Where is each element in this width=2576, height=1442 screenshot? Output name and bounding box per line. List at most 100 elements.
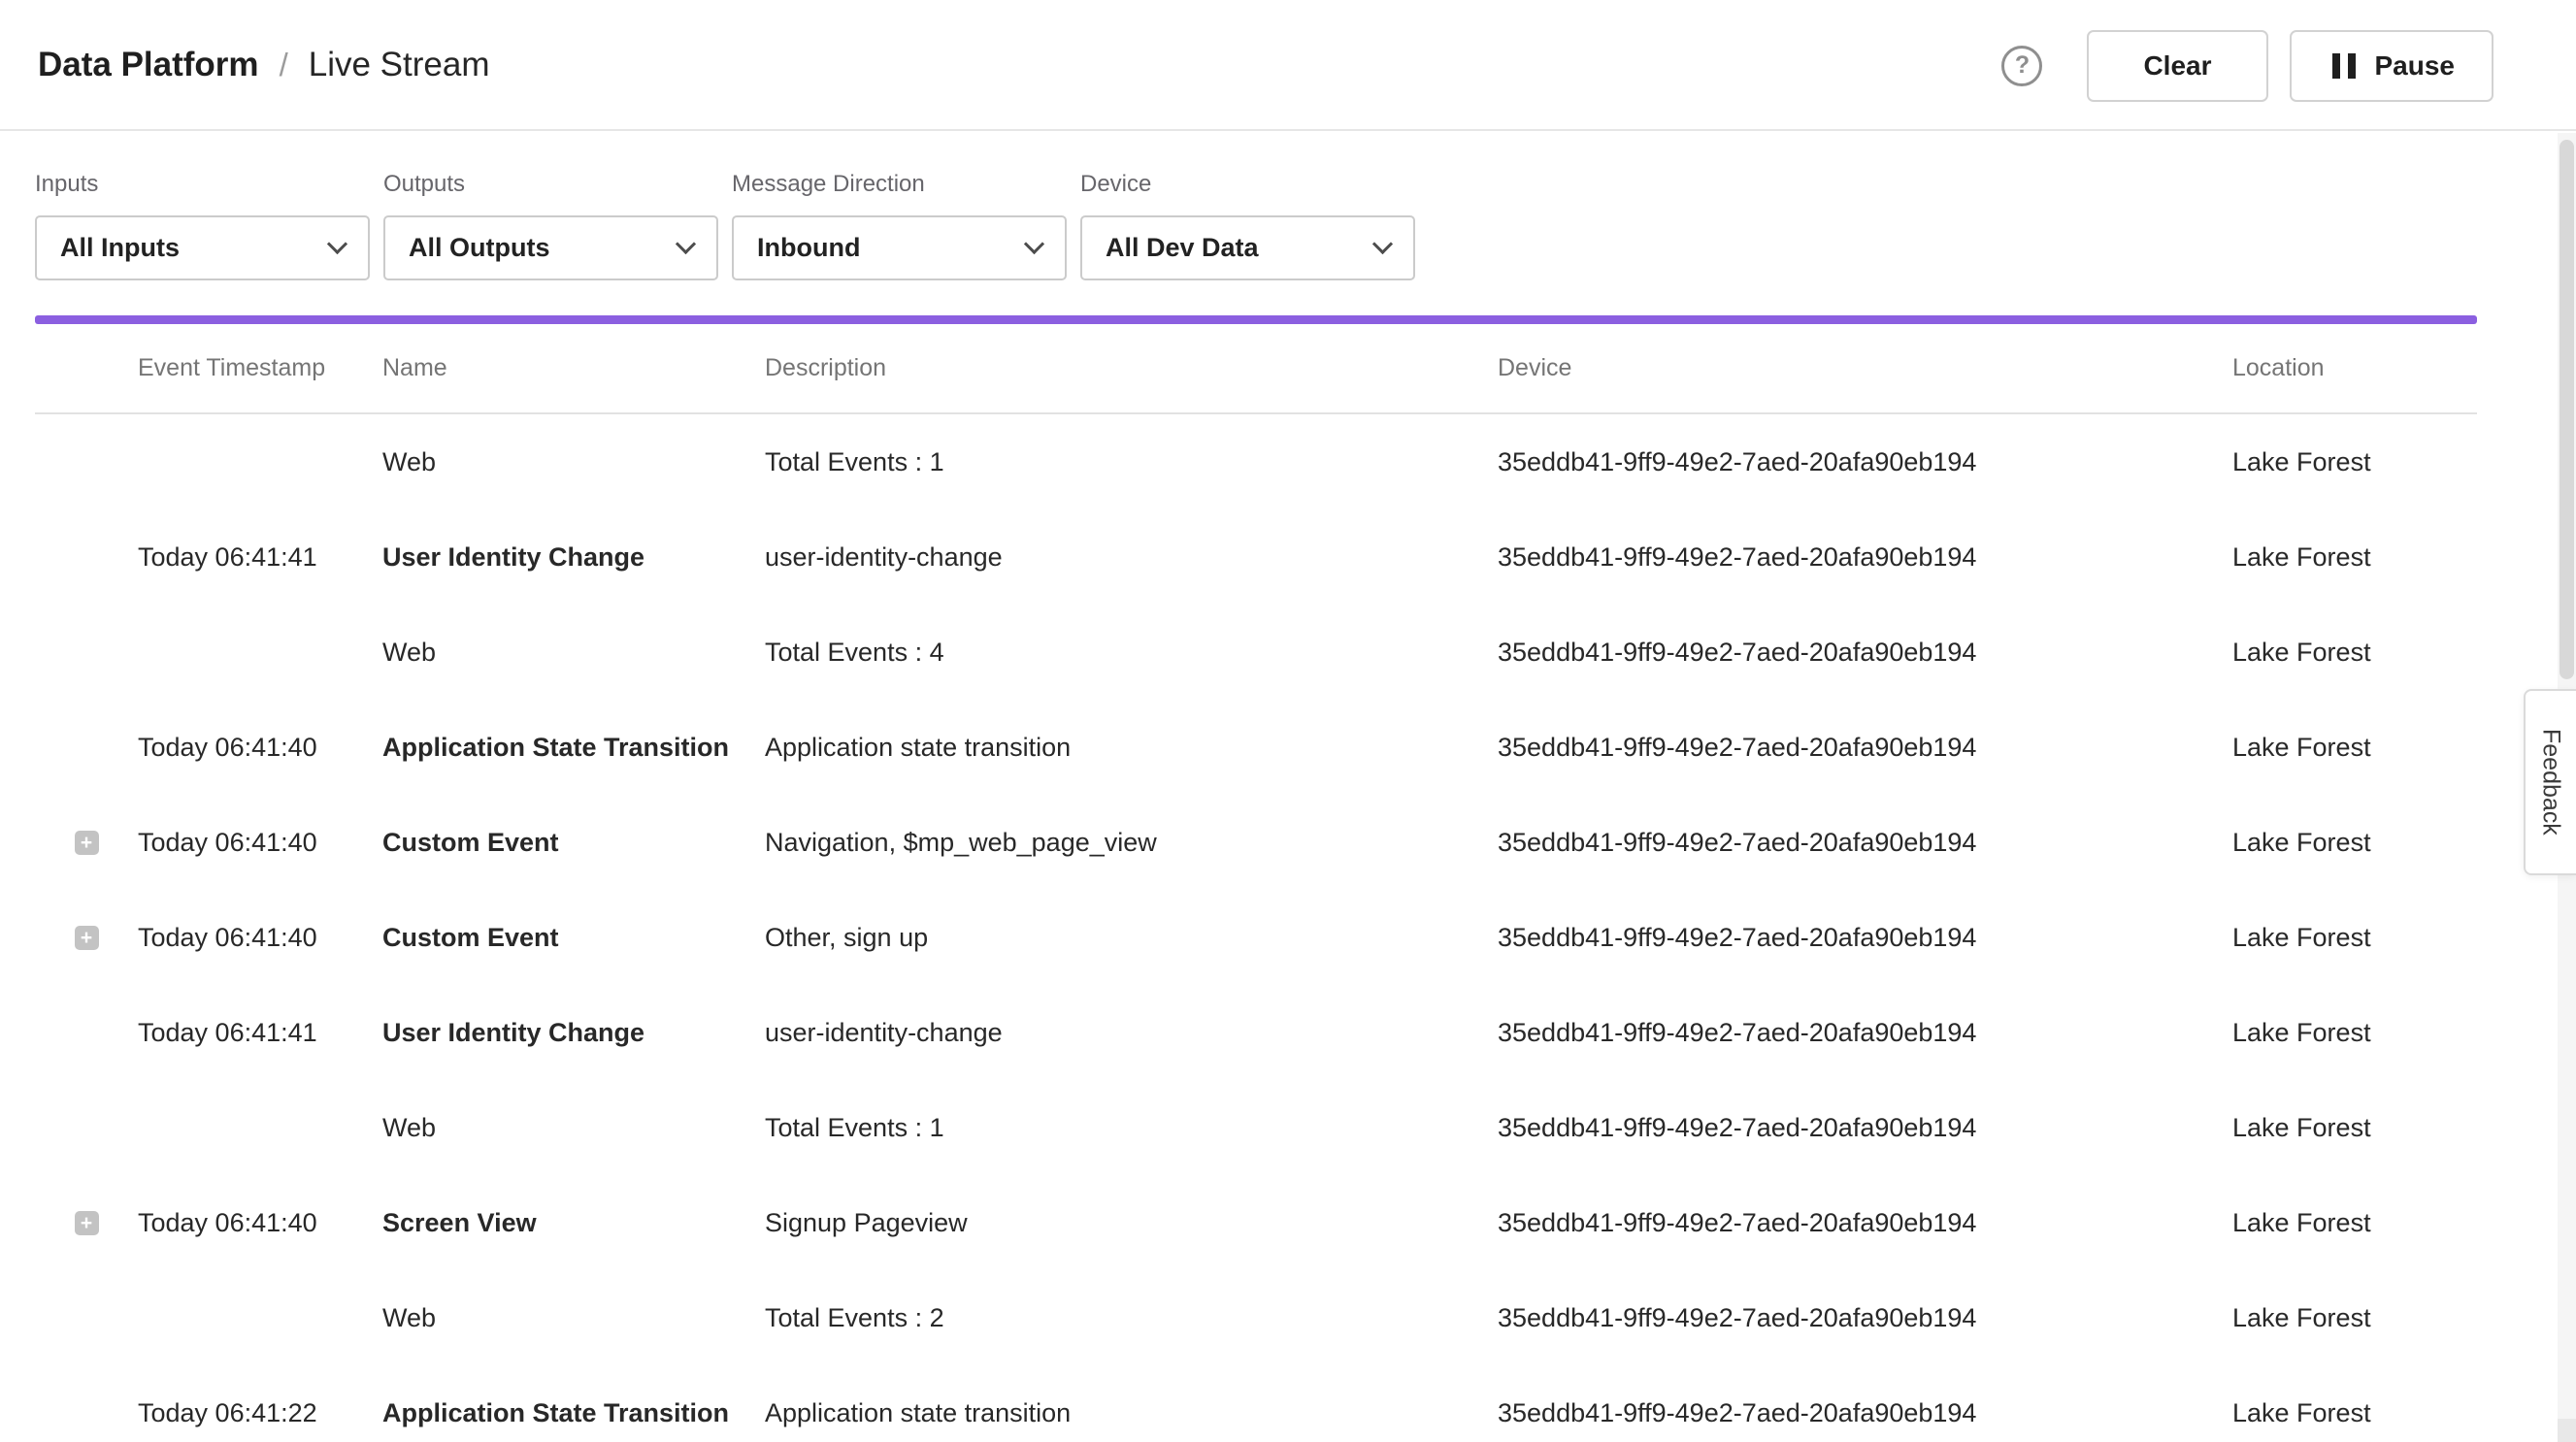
cell-name: Custom Event [382, 828, 765, 858]
table-row: + Today 06:41:40 Screen View Signup Page… [35, 1175, 2477, 1270]
table-row: + Today 06:41:40 Custom Event Navigation… [35, 795, 2477, 890]
cell-description: Total Events : 2 [765, 1303, 1498, 1333]
chevron-down-icon [1024, 234, 1044, 254]
cell-timestamp: Today 06:41:41 [138, 542, 382, 573]
expand-cell: + [35, 545, 138, 570]
cell-location: Lake Forest [2232, 1303, 2477, 1333]
filter-message-direction: Message Direction Inbound [732, 170, 1067, 280]
cell-location: Lake Forest [2232, 542, 2477, 573]
expand-button[interactable]: + [75, 926, 99, 950]
table-row: + Today 06:41:40 Custom Event Other, sig… [35, 890, 2477, 985]
expand-cell: + [35, 1401, 138, 1426]
cell-description: Other, sign up [765, 923, 1498, 953]
column-header-timestamp: Event Timestamp [138, 354, 382, 382]
breadcrumb: Data Platform / Live Stream [38, 46, 489, 84]
column-header-description: Description [765, 354, 1498, 382]
expand-button[interactable]: + [75, 831, 99, 855]
feedback-tab[interactable]: Feedback [2524, 689, 2576, 875]
cell-location: Lake Forest [2232, 1208, 2477, 1238]
clear-button[interactable]: Clear [2087, 30, 2267, 102]
cell-description: Application state transition [765, 1398, 1498, 1428]
cell-location: Lake Forest [2232, 733, 2477, 763]
filters-bar: Inputs All Inputs Outputs All Outputs Me… [0, 131, 2576, 280]
filter-inputs-label: Inputs [35, 170, 370, 198]
pause-icon [2328, 53, 2360, 79]
message-direction-dropdown-value: Inbound [757, 233, 860, 263]
expand-cell: + [35, 1116, 138, 1140]
expand-button[interactable]: + [75, 1211, 99, 1235]
cell-timestamp: Today 06:41:40 [138, 1208, 382, 1238]
cell-name: User Identity Change [382, 542, 765, 573]
device-dropdown-value: All Dev Data [1106, 233, 1259, 263]
inputs-dropdown-value: All Inputs [60, 233, 180, 263]
cell-description: Signup Pageview [765, 1208, 1498, 1238]
cell-device: 35eddb41-9ff9-49e2-7aed-20afa90eb194 [1498, 733, 2232, 763]
cell-location: Lake Forest [2232, 447, 2477, 477]
cell-device: 35eddb41-9ff9-49e2-7aed-20afa90eb194 [1498, 1018, 2232, 1048]
scrollbar-thumb[interactable] [2559, 140, 2574, 679]
table-header-row: Event Timestamp Name Description Device … [35, 324, 2477, 414]
table-row: + Today 06:41:41 User Identity Change us… [35, 509, 2477, 605]
table-row: + Web Total Events : 1 35eddb41-9ff9-49e… [35, 1080, 2477, 1175]
pause-button[interactable]: Pause [2290, 30, 2494, 102]
cell-description: Application state transition [765, 733, 1498, 763]
cell-timestamp: Today 06:41:22 [138, 1398, 382, 1428]
filter-device-label: Device [1080, 170, 1415, 198]
cell-name: Web [382, 447, 765, 477]
column-header-device: Device [1498, 354, 2232, 382]
cell-name: Application State Transition [382, 733, 765, 763]
table-body: + Web Total Events : 1 35eddb41-9ff9-49e… [35, 414, 2477, 1442]
outputs-dropdown-value: All Outputs [409, 233, 549, 263]
cell-location: Lake Forest [2232, 923, 2477, 953]
cell-timestamp: Today 06:41:41 [138, 1018, 382, 1048]
cell-location: Lake Forest [2232, 1018, 2477, 1048]
breadcrumb-root[interactable]: Data Platform [38, 46, 259, 84]
topbar-actions: ? Clear Pause [2001, 0, 2493, 131]
cell-name: Web [382, 638, 765, 668]
expand-cell: + [35, 831, 138, 855]
cell-name: Application State Transition [382, 1398, 765, 1428]
cell-description: Total Events : 4 [765, 638, 1498, 668]
device-dropdown[interactable]: All Dev Data [1080, 215, 1415, 280]
help-icon[interactable]: ? [2001, 46, 2042, 86]
filter-outputs-label: Outputs [383, 170, 718, 198]
cell-device: 35eddb41-9ff9-49e2-7aed-20afa90eb194 [1498, 1398, 2232, 1428]
scrollbar-corner [2558, 1419, 2576, 1442]
column-header-name: Name [382, 354, 765, 382]
cell-name: User Identity Change [382, 1018, 765, 1048]
cell-device: 35eddb41-9ff9-49e2-7aed-20afa90eb194 [1498, 1303, 2232, 1333]
cell-timestamp: Today 06:41:40 [138, 733, 382, 763]
cell-description: Total Events : 1 [765, 1113, 1498, 1143]
expand-cell: + [35, 926, 138, 950]
cell-device: 35eddb41-9ff9-49e2-7aed-20afa90eb194 [1498, 1208, 2232, 1238]
cell-description: Total Events : 1 [765, 447, 1498, 477]
filter-device: Device All Dev Data [1080, 170, 1415, 280]
cell-name: Web [382, 1113, 765, 1143]
filter-outputs: Outputs All Outputs [383, 170, 718, 280]
table-row: + Today 06:41:41 User Identity Change us… [35, 985, 2477, 1080]
cell-description: user-identity-change [765, 542, 1498, 573]
cell-name: Screen View [382, 1208, 765, 1238]
cell-location: Lake Forest [2232, 828, 2477, 858]
message-direction-dropdown[interactable]: Inbound [732, 215, 1067, 280]
table-row: + Web Total Events : 4 35eddb41-9ff9-49e… [35, 605, 2477, 700]
outputs-dropdown[interactable]: All Outputs [383, 215, 718, 280]
cell-device: 35eddb41-9ff9-49e2-7aed-20afa90eb194 [1498, 828, 2232, 858]
breadcrumb-current: Live Stream [309, 46, 490, 84]
table-row: + Today 06:41:22 Application State Trans… [35, 1365, 2477, 1442]
pause-button-label: Pause [2375, 50, 2456, 82]
feedback-tab-label: Feedback [2537, 729, 2565, 836]
cell-device: 35eddb41-9ff9-49e2-7aed-20afa90eb194 [1498, 1113, 2232, 1143]
expand-cell: + [35, 640, 138, 665]
cell-name: Custom Event [382, 923, 765, 953]
table-row: + Web Total Events : 1 35eddb41-9ff9-49e… [35, 414, 2477, 509]
table-row: + Web Total Events : 2 35eddb41-9ff9-49e… [35, 1270, 2477, 1365]
cell-timestamp: Today 06:41:40 [138, 828, 382, 858]
filter-inputs: Inputs All Inputs [35, 170, 370, 280]
cell-device: 35eddb41-9ff9-49e2-7aed-20afa90eb194 [1498, 638, 2232, 668]
cell-location: Lake Forest [2232, 1398, 2477, 1428]
table-row: + Today 06:41:40 Application State Trans… [35, 700, 2477, 795]
chevron-down-icon [1372, 234, 1393, 254]
inputs-dropdown[interactable]: All Inputs [35, 215, 370, 280]
filter-message-direction-label: Message Direction [732, 170, 1067, 198]
